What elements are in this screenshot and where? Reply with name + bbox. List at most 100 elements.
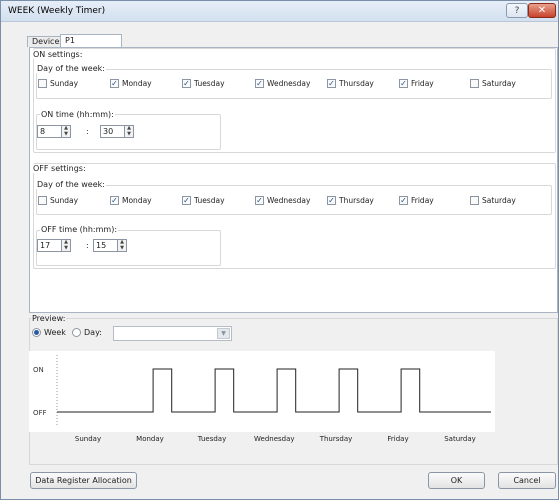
- x-tick-label: Sunday: [74, 435, 102, 443]
- off-days-label: Day of the week:: [36, 180, 106, 189]
- x-tick-label: Friday: [387, 435, 409, 443]
- on-checkbox-thursday[interactable]: ✓ Thursday: [327, 79, 374, 88]
- off-checkbox-thursday[interactable]: ✓ Thursday: [327, 196, 374, 205]
- checkbox-box[interactable]: [38, 196, 47, 205]
- checkbox-label: Saturday: [482, 79, 516, 88]
- on-hour-arrows[interactable]: ▲ ▼: [62, 125, 71, 138]
- x-tick-label: Saturday: [444, 435, 476, 443]
- checkbox-label: Thursday: [339, 79, 374, 88]
- spin-down-icon[interactable]: ▼: [125, 131, 133, 138]
- radio-day-dot[interactable]: [72, 328, 81, 337]
- y-level-label: ON: [33, 366, 44, 374]
- checkbox-box[interactable]: ✓: [255, 196, 264, 205]
- checkbox-label: Friday: [411, 196, 434, 205]
- x-tick-label: Tuesday: [197, 435, 227, 443]
- x-tick-label: Monday: [136, 435, 164, 443]
- weekly-timer-dialog: WEEK (Weekly Timer) ? ✕ Devices P1 ON se…: [0, 0, 559, 500]
- radio-day-label: Day:: [84, 328, 102, 337]
- checkbox-box[interactable]: ✓: [182, 79, 191, 88]
- off-checkbox-monday[interactable]: ✓ Monday: [110, 196, 152, 205]
- on-checkbox-friday[interactable]: ✓ Friday: [399, 79, 434, 88]
- chevron-down-icon[interactable]: ▼: [217, 328, 230, 339]
- on-time-separator: :: [86, 127, 89, 136]
- checkbox-box[interactable]: ✓: [399, 79, 408, 88]
- off-checkbox-sunday[interactable]: Sunday: [38, 196, 78, 205]
- on-hour-stepper[interactable]: 8 ▲ ▼: [37, 125, 71, 138]
- close-icon: ✕: [537, 5, 547, 16]
- radio-day[interactable]: Day:: [72, 328, 102, 337]
- on-hour-field[interactable]: 8: [37, 125, 62, 138]
- checkbox-box[interactable]: ✓: [110, 79, 119, 88]
- off-settings-title: OFF settings:: [32, 164, 87, 173]
- off-checkbox-wednesday[interactable]: ✓ Wednesday: [255, 196, 310, 205]
- preview-title: Preview:: [31, 314, 67, 323]
- tab-panel-p1: ON settings: Day of the week: Sunday ✓ Mon…: [29, 47, 558, 313]
- window-title: WEEK (Weekly Timer): [8, 6, 106, 16]
- checkbox-label: Saturday: [482, 196, 516, 205]
- on-minute-stepper[interactable]: 30 ▲ ▼: [100, 125, 134, 138]
- on-minute-arrows[interactable]: ▲ ▼: [125, 125, 134, 138]
- checkbox-label: Friday: [411, 79, 434, 88]
- checkbox-box[interactable]: ✓: [327, 196, 336, 205]
- on-checkbox-sunday[interactable]: Sunday: [38, 79, 78, 88]
- checkbox-box[interactable]: ✓: [399, 196, 408, 205]
- checkbox-box[interactable]: ✓: [327, 79, 336, 88]
- off-minute-arrows[interactable]: ▲ ▼: [118, 239, 127, 252]
- x-tick-label: Wednesday: [254, 435, 295, 443]
- checkbox-label: Wednesday: [267, 79, 311, 88]
- timer-signal-line: [57, 368, 491, 413]
- checkbox-box[interactable]: [470, 196, 479, 205]
- on-checkbox-saturday[interactable]: Saturday: [470, 79, 516, 88]
- off-checkbox-friday[interactable]: ✓ Friday: [399, 196, 434, 205]
- tab-devices[interactable]: Devices: [27, 36, 64, 47]
- off-checkbox-tuesday[interactable]: ✓ Tuesday: [182, 196, 225, 205]
- checkbox-label: Sunday: [50, 79, 79, 88]
- on-time-label: ON time (hh:mm):: [40, 110, 115, 119]
- on-checkbox-wednesday[interactable]: ✓ Wednesday: [255, 79, 310, 88]
- checkbox-label: Tuesday: [194, 196, 225, 205]
- title-bar: WEEK (Weekly Timer) ? ✕: [1, 1, 558, 22]
- off-checkbox-saturday[interactable]: Saturday: [470, 196, 516, 205]
- radio-week-label: Week: [44, 328, 66, 337]
- radio-week-dot[interactable]: [32, 328, 41, 337]
- radio-week[interactable]: Week: [32, 328, 66, 337]
- off-hour-arrows[interactable]: ▲ ▼: [62, 239, 71, 252]
- spin-down-icon[interactable]: ▼: [62, 245, 70, 252]
- on-checkbox-monday[interactable]: ✓ Monday: [110, 79, 152, 88]
- checkbox-label: Thursday: [339, 196, 374, 205]
- ok-button[interactable]: OK: [428, 472, 485, 489]
- checkbox-label: Sunday: [50, 196, 79, 205]
- checkbox-label: Monday: [122, 196, 152, 205]
- spin-down-icon[interactable]: ▼: [118, 245, 126, 252]
- checkbox-box[interactable]: ✓: [110, 196, 119, 205]
- cancel-button[interactable]: Cancel: [498, 472, 556, 489]
- checkbox-label: Monday: [122, 79, 152, 88]
- x-tick-label: Thursday: [319, 435, 353, 443]
- checkbox-box[interactable]: [470, 79, 479, 88]
- timer-preview-chart: ON OFF: [29, 351, 495, 432]
- checkbox-box[interactable]: ✓: [255, 79, 264, 88]
- on-checkbox-tuesday[interactable]: ✓ Tuesday: [182, 79, 225, 88]
- spin-down-icon[interactable]: ▼: [62, 131, 70, 138]
- off-time-label: OFF time (hh:mm):: [40, 225, 119, 234]
- on-days-label: Day of the week:: [36, 64, 106, 73]
- off-time-separator: :: [86, 241, 89, 250]
- data-register-allocation-button[interactable]: Data Register Allocation: [30, 472, 137, 489]
- checkbox-box[interactable]: [38, 79, 47, 88]
- close-button[interactable]: ✕: [528, 3, 556, 18]
- off-minute-field[interactable]: 15: [93, 239, 118, 252]
- day-select[interactable]: ▼: [113, 326, 232, 341]
- on-minute-field[interactable]: 30: [100, 125, 125, 138]
- checkbox-label: Tuesday: [194, 79, 225, 88]
- checkbox-label: Wednesday: [267, 196, 311, 205]
- timer-chart-svg: ON OFF: [33, 355, 491, 427]
- off-minute-stepper[interactable]: 15 ▲ ▼: [93, 239, 127, 252]
- help-icon: ?: [514, 5, 520, 16]
- on-settings-title: ON settings:: [32, 50, 84, 59]
- checkbox-box[interactable]: ✓: [182, 196, 191, 205]
- y-level-label: OFF: [33, 409, 47, 417]
- tab-p1[interactable]: P1: [60, 34, 122, 47]
- off-hour-stepper[interactable]: 17 ▲ ▼: [37, 239, 71, 252]
- help-button[interactable]: ?: [506, 3, 528, 18]
- off-hour-field[interactable]: 17: [37, 239, 62, 252]
